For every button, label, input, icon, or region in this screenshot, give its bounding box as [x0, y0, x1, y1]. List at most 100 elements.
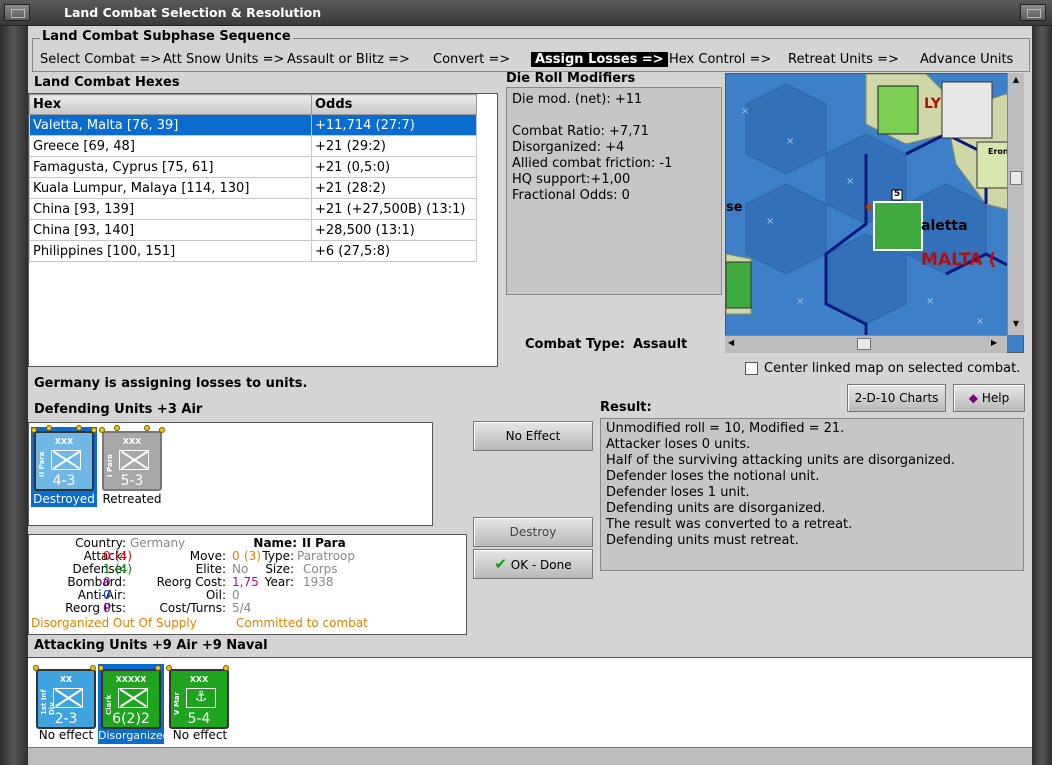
odds-cell: +6 (27,5:8) — [311, 240, 477, 262]
table-row[interactable]: Philippines [100, 151] +6 (27,5:8) — [29, 240, 477, 262]
status-dot-icon — [91, 427, 97, 433]
die-roll-modifiers-box: Die mod. (net): +11 Combat Ratio: +7,71 … — [506, 87, 722, 295]
status-dot-icon — [144, 425, 150, 431]
scroll-down-icon[interactable]: ▼ — [1010, 319, 1022, 331]
svg-text:×: × — [846, 176, 854, 187]
no-effect-button[interactable]: No Effect — [473, 421, 593, 451]
center-map-label: Center linked map on selected combat. — [764, 361, 1021, 376]
table-row[interactable]: China [93, 139] +21 (+27,500B) (13:1) — [29, 198, 477, 220]
status-dot-icon — [33, 665, 39, 671]
hexes-title: Land Combat Hexes — [34, 75, 180, 90]
phase-assault-or-blitz: Assault or Blitz => — [287, 52, 410, 67]
scroll-left-icon[interactable]: ◀ — [728, 338, 740, 350]
charts-button[interactable]: 2-D-10 Charts — [847, 384, 946, 412]
die-line: Fractional Odds: 0 — [512, 188, 630, 203]
defending-title: Defending Units +3 Air — [34, 402, 203, 417]
combat-type-value: Assault — [633, 337, 688, 352]
status-dot-icon — [166, 665, 172, 671]
table-row[interactable]: Kuala Lumpur, Malaya [114, 130] +21 (28:2… — [29, 177, 477, 199]
linked-map[interactable]: × × × × × × × 5 aletta MALTA ( se LY Ero… — [725, 73, 1024, 353]
help-button[interactable]: ◆ Help — [953, 384, 1025, 412]
table-row[interactable]: Greece [69, 48] +21 (29:2) — [29, 135, 477, 157]
die-line: Die mod. (net): +11 — [512, 92, 643, 107]
odds-cell: +11,714 (27:7) — [311, 114, 477, 136]
odds-cell: +21 (29:2) — [311, 135, 477, 157]
map-vertical-scrollbar[interactable]: ▲ ▼ — [1007, 73, 1024, 335]
paratroop-symbol-icon — [119, 450, 149, 470]
army-symbol-icon — [118, 688, 148, 708]
hex-cell: Famagusta, Cyprus [75, 61] — [29, 156, 312, 178]
attacking-title: Attacking Units +9 Air +9 Naval — [34, 638, 268, 653]
status-dot-icon — [31, 427, 37, 433]
ok-done-button[interactable]: ✔ OK - Done — [473, 549, 593, 579]
unit-strength: 5-3 — [120, 473, 144, 489]
system-menu-button[interactable] — [4, 4, 30, 21]
paratroop-symbol-icon — [51, 450, 81, 470]
ok-done-label: OK - Done — [510, 558, 572, 572]
hex-cell: China [93, 139] — [29, 198, 312, 220]
frame-right — [1032, 26, 1052, 765]
unit-counter-v-mar[interactable]: XXX V Mar ⚓ 5-4 — [169, 669, 229, 729]
result-line: Defending units are disorganized. — [606, 501, 826, 516]
map-label-se: se — [726, 200, 743, 215]
help-label: Help — [981, 391, 1010, 405]
unit-strength: 2-3 — [54, 711, 78, 727]
table-row[interactable]: Valetta, Malta [76, 39] +11,714 (27:7) — [29, 114, 477, 136]
destroy-button[interactable]: Destroy — [473, 517, 593, 547]
unit-counter-1st-inf-div[interactable]: XX 1st Inf Div 2-3 — [36, 669, 96, 729]
map-horizontal-scrollbar[interactable]: ◀ ▶ — [725, 335, 1007, 353]
scroll-right-icon[interactable]: ▶ — [991, 338, 1003, 350]
result-line: Defender loses 1 unit. — [606, 485, 750, 500]
status-dot-icon — [98, 665, 104, 671]
bottom-scrollbar[interactable] — [28, 747, 1032, 765]
costturns-label: Cost/Turns: — [159, 601, 226, 615]
unit-strength: 5-4 — [187, 711, 211, 727]
hex-cell: Greece [69, 48] — [29, 135, 312, 157]
column-header-hex[interactable]: Hex — [29, 94, 312, 115]
map-hscroll-thumb[interactable] — [857, 338, 871, 350]
unit-counter-clark[interactable]: XXXXX Clark 6(2)2 — [101, 669, 161, 729]
map-vscroll-thumb[interactable] — [1010, 171, 1022, 185]
unit-flags-committed: Committed to combat — [236, 616, 368, 630]
map-graphic: × × × × × × × — [726, 74, 1023, 352]
subphase-title: Land Combat Subphase Sequence — [40, 29, 293, 44]
odds-cell: +21 (+27,500B) (13:1) — [311, 198, 477, 220]
svg-text:×: × — [786, 136, 794, 147]
unit-counter-i-para[interactable]: XXX I Para 5-3 — [102, 431, 162, 491]
status-dot-icon — [99, 427, 105, 433]
status-text: Germany is assigning losses to units. — [34, 376, 308, 391]
odds-cell: +21 (28:2) — [311, 177, 477, 199]
svg-text:×: × — [766, 216, 774, 227]
frame-left — [0, 26, 28, 765]
status-dot-icon — [114, 425, 120, 431]
unit-details-panel: Country: Germany Attack: 0 (4) Defense: … — [28, 534, 467, 635]
unit-counter-ii-para[interactable]: XXX II Para 4-3 — [34, 431, 94, 491]
die-roll-title: Die Roll Modifiers — [506, 71, 636, 86]
die-line: Disorganized: +4 — [512, 140, 625, 155]
maximize-button[interactable] — [1020, 4, 1046, 21]
phase-convert: Convert => — [433, 52, 511, 67]
result-line: Defender loses the notional unit. — [606, 469, 820, 484]
phase-advance-units: Advance Units — [920, 52, 1014, 67]
scroll-up-icon[interactable]: ▲ — [1010, 75, 1022, 87]
reorgpts-value: 0 — [103, 601, 111, 615]
svg-text:×: × — [741, 106, 749, 117]
hex-cell: China [93, 140] — [29, 219, 312, 241]
costturns-value: 5/4 — [232, 601, 252, 615]
unit-status-no-effect: No effect — [172, 728, 228, 742]
unit-strength: 4-3 — [52, 473, 76, 489]
result-box: Unmodified roll = 10, Modified = 21. Att… — [600, 418, 1024, 571]
table-row[interactable]: China [93, 140] +28,500 (13:1) — [29, 219, 477, 241]
combat-hexes-table[interactable]: Hex Odds Valetta, Malta [76, 39] +11,714 … — [28, 93, 498, 367]
phase-att-snow-units: Att Snow Units => — [163, 52, 285, 67]
phase-hex-control: Hex Control => — [669, 52, 772, 67]
map-stack-count: 5 — [893, 189, 901, 199]
column-header-odds[interactable]: Odds — [311, 94, 477, 115]
year-value: 1938 — [303, 575, 334, 589]
year-label: Year: — [264, 575, 294, 589]
center-map-checkbox[interactable] — [745, 362, 758, 375]
table-row[interactable]: Famagusta, Cyprus [75, 61] +21 (0,5:0) — [29, 156, 477, 178]
hex-cell: Valetta, Malta [76, 39] — [29, 114, 312, 136]
hex-cell: Philippines [100, 151] — [29, 240, 312, 262]
status-dot-icon — [159, 427, 165, 433]
